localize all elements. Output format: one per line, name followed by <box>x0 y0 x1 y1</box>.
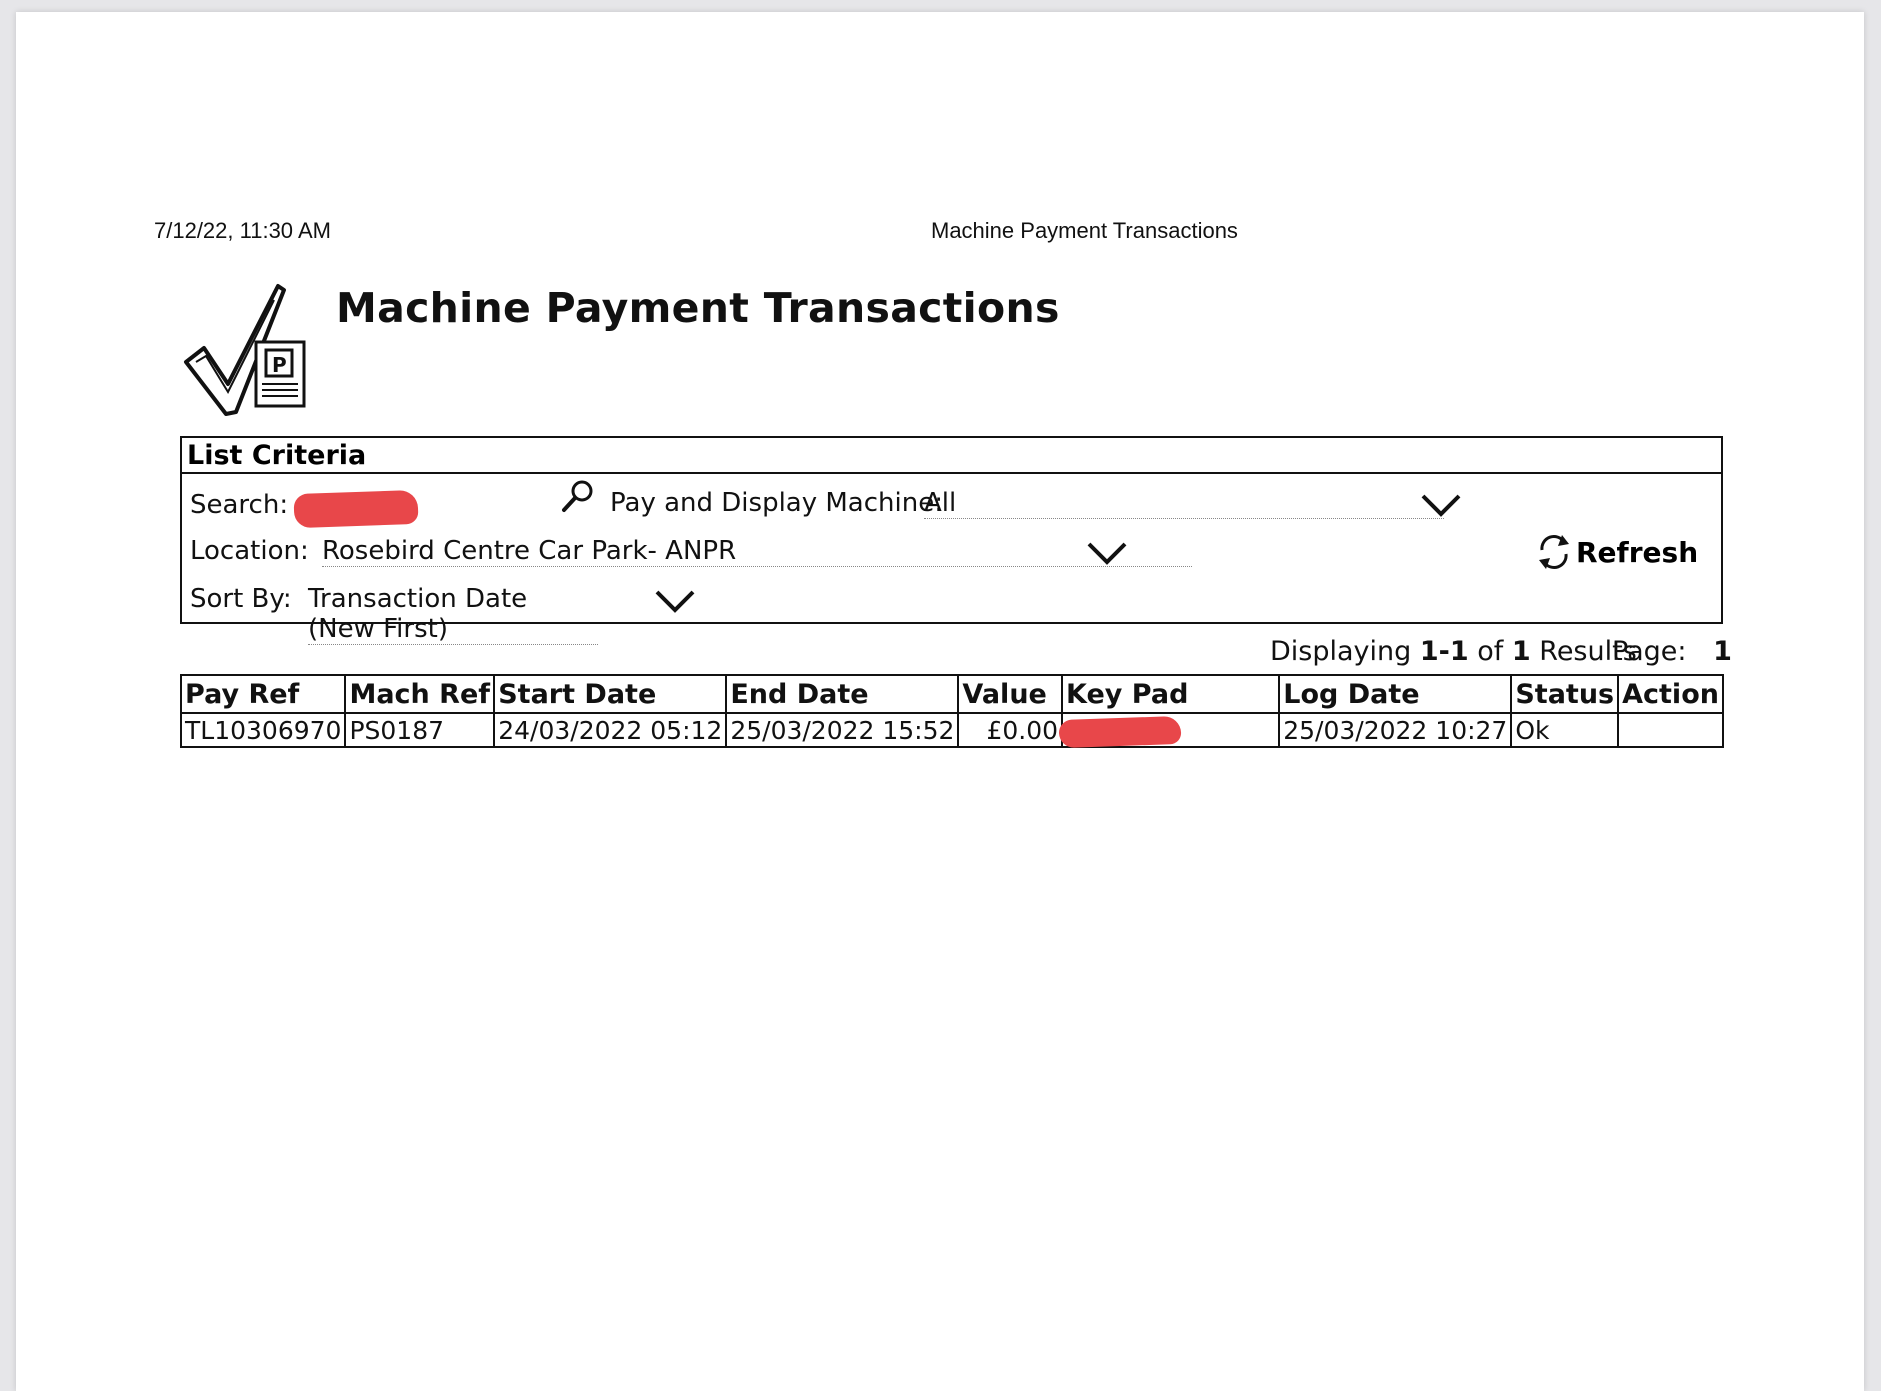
machine-select[interactable]: All <box>924 488 1444 519</box>
results-range: 1-1 <box>1419 636 1469 667</box>
sort-by-label: Sort By: <box>190 584 292 614</box>
column-header-key-pad[interactable]: Key Pad <box>1061 674 1281 714</box>
cell-mach-ref: PS0187 <box>344 712 496 748</box>
cell-action[interactable] <box>1617 712 1724 748</box>
cell-status: Ok <box>1510 712 1620 748</box>
cell-start-date: 24/03/2022 05:12 <box>493 712 728 748</box>
checkmark-parking-logo-icon: P <box>184 284 306 416</box>
search-label: Search: <box>190 490 289 520</box>
list-criteria-heading: List Criteria <box>182 438 1721 474</box>
chevron-down-icon[interactable] <box>1420 492 1462 518</box>
page-number: 1 <box>1713 636 1732 667</box>
cell-end-date: 25/03/2022 15:52 <box>725 712 960 748</box>
location-select[interactable]: Rosebird Centre Car Park- ANPR <box>322 536 1192 567</box>
print-header-title: Machine Payment Transactions <box>931 218 1238 243</box>
column-header-log-date[interactable]: Log Date <box>1278 674 1513 714</box>
chevron-down-icon[interactable] <box>1086 540 1128 566</box>
results-prefix: Displaying <box>1270 636 1412 667</box>
page-indicator: Page: 1 <box>1612 636 1732 667</box>
page-label: Page: <box>1612 636 1687 667</box>
results-summary: Displaying 1-1 of 1 Results <box>1270 636 1637 667</box>
cell-key-pad <box>1058 712 1281 749</box>
column-header-action: Action <box>1617 674 1724 714</box>
list-criteria-panel: List Criteria Search: Pay and Display Ma… <box>180 436 1723 645</box>
results-total: 1 <box>1511 636 1531 667</box>
transactions-table: Pay Ref Mach Ref Start Date End Date Val… <box>179 674 1724 749</box>
search-icon[interactable] <box>560 478 596 514</box>
print-date: 7/12/22, 11:30 AM <box>154 218 331 243</box>
cell-value: £0.00 <box>957 712 1064 748</box>
table-row[interactable]: TL10306970 PS0187 24/03/2022 05:12 25/03… <box>179 712 1724 749</box>
cell-pay-ref: TL10306970 <box>179 712 347 748</box>
page-title: Machine Payment Transactions <box>336 284 1060 332</box>
results-of: of <box>1477 636 1504 667</box>
column-header-mach-ref[interactable]: Mach Ref <box>344 674 496 714</box>
column-header-pay-ref[interactable]: Pay Ref <box>179 674 347 714</box>
key-pad-redaction <box>1058 715 1182 749</box>
machine-label: Pay and Display Machine: <box>610 488 943 518</box>
sort-by-select[interactable]: Transaction Date (New First) <box>308 584 598 645</box>
refresh-icon[interactable] <box>1534 532 1574 572</box>
column-header-end-date[interactable]: End Date <box>725 674 960 714</box>
table-header-row: Pay Ref Mach Ref Start Date End Date Val… <box>179 674 1724 714</box>
column-header-start-date[interactable]: Start Date <box>493 674 728 714</box>
cell-log-date: 25/03/2022 10:27 <box>1278 712 1513 748</box>
refresh-button[interactable]: Refresh <box>1576 536 1698 569</box>
location-label: Location: <box>190 536 309 566</box>
svg-text:P: P <box>272 353 287 377</box>
document-page: 7/12/22, 11:30 AM Machine Payment Transa… <box>16 12 1864 1391</box>
column-header-value[interactable]: Value <box>957 674 1064 714</box>
chevron-down-icon[interactable] <box>654 588 696 614</box>
column-header-status[interactable]: Status <box>1510 674 1620 714</box>
search-input[interactable] <box>293 489 419 529</box>
